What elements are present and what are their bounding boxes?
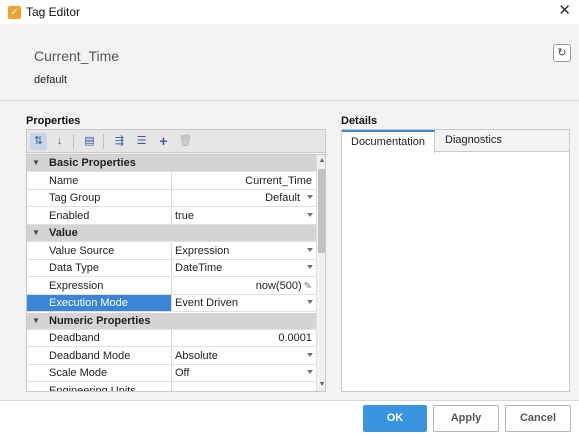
dropdown-arrow-icon[interactable] bbox=[307, 247, 313, 252]
category-label: Numeric Properties bbox=[49, 314, 151, 327]
property-name: Scale Mode bbox=[27, 365, 172, 381]
main-area: Properties Details ⇅ ↓ ▤ ⇶ ☰ + 🗑 ▼ Basic … bbox=[0, 100, 579, 400]
property-name: Enabled bbox=[27, 207, 172, 224]
property-row[interactable]: Deadband 0.0001 bbox=[27, 330, 316, 347]
details-panel: Documentation Diagnostics bbox=[341, 129, 570, 392]
property-value[interactable]: Absolute bbox=[172, 348, 316, 364]
property-value[interactable]: Default bbox=[172, 190, 316, 206]
tag-name: Current_Time bbox=[34, 48, 120, 64]
scroll-up-icon[interactable]: ▲ bbox=[317, 156, 325, 166]
dropdown-arrow-icon[interactable] bbox=[307, 265, 313, 269]
property-value-text: Expression bbox=[175, 244, 230, 257]
property-name: Data Type bbox=[27, 260, 172, 276]
toolbar-separator bbox=[103, 134, 104, 149]
property-row[interactable]: Engineering Units bbox=[27, 382, 316, 392]
title-bar: ✓ Tag Editor ✕ bbox=[0, 0, 579, 24]
property-value[interactable]: DateTime bbox=[172, 260, 316, 276]
delete-icon: 🗑 bbox=[178, 135, 193, 147]
collapse-arrow-icon[interactable]: ▼ bbox=[32, 158, 40, 167]
property-value[interactable]: Current_Time bbox=[172, 173, 316, 189]
cancel-button[interactable]: Cancel bbox=[505, 405, 571, 432]
dropdown-arrow-icon[interactable] bbox=[307, 352, 313, 357]
dropdown-arrow-icon[interactable] bbox=[307, 195, 313, 199]
tag-header: Current_Time default ↻ bbox=[0, 24, 579, 100]
category-label: Value bbox=[49, 227, 78, 239]
scrollbar-thumb[interactable] bbox=[318, 169, 325, 253]
property-name: Expression bbox=[27, 277, 172, 294]
property-row[interactable]: Enabled true bbox=[27, 207, 316, 225]
property-value[interactable]: now(500) ✎ bbox=[172, 278, 316, 294]
details-tabs: Documentation Diagnostics bbox=[342, 130, 569, 153]
property-value-text: Event Driven bbox=[175, 297, 238, 309]
dropdown-arrow-icon[interactable] bbox=[307, 212, 313, 217]
apply-button[interactable]: Apply bbox=[433, 405, 499, 432]
property-name: Deadband Mode bbox=[27, 347, 172, 364]
property-row[interactable]: Expression now(500) ✎ bbox=[27, 277, 316, 295]
property-value[interactable]: Expression bbox=[172, 243, 316, 259]
property-row[interactable]: Tag Group Default bbox=[27, 190, 316, 207]
property-value-text: Current_Time bbox=[245, 174, 312, 187]
tab-documentation[interactable]: Documentation bbox=[342, 130, 435, 153]
property-name: Name bbox=[27, 172, 172, 189]
window-title: Tag Editor bbox=[26, 5, 81, 19]
collapse-arrow-icon[interactable]: ▼ bbox=[32, 316, 40, 325]
property-name: Deadband bbox=[27, 330, 172, 346]
close-icon[interactable]: ✕ bbox=[558, 3, 571, 19]
sort-alphabetical-icon[interactable]: ↓ bbox=[51, 133, 68, 150]
sort-categorized-icon[interactable]: ⇅ bbox=[30, 133, 47, 150]
property-row[interactable]: Scale Mode Off bbox=[27, 365, 316, 382]
property-value-text: Absolute bbox=[175, 349, 218, 362]
dropdown-arrow-icon[interactable] bbox=[307, 370, 313, 374]
category-row[interactable]: ▼ Basic Properties bbox=[27, 155, 316, 172]
property-row[interactable]: Deadband Mode Absolute bbox=[27, 347, 316, 365]
property-value-text: DateTime bbox=[175, 262, 223, 274]
collapse-all-icon[interactable]: ☰ bbox=[133, 133, 150, 150]
property-value-text: now(500) bbox=[255, 279, 302, 292]
category-row[interactable]: ▼ Numeric Properties bbox=[27, 312, 316, 330]
vertical-scrollbar[interactable]: ▲ ▼ bbox=[316, 155, 325, 391]
property-value[interactable]: Event Driven bbox=[172, 295, 316, 311]
details-title: Details bbox=[341, 115, 378, 127]
property-name: Engineering Units bbox=[27, 382, 172, 391]
property-row[interactable]: Execution Mode Event Driven bbox=[27, 295, 316, 312]
property-row[interactable]: Data Type DateTime bbox=[27, 260, 316, 277]
toolbar-separator bbox=[73, 134, 74, 149]
property-name: Execution Mode bbox=[27, 295, 172, 311]
scroll-down-icon[interactable]: ▼ bbox=[317, 380, 325, 390]
property-value[interactable]: 0.0001 bbox=[172, 330, 316, 346]
refresh-button[interactable]: ↻ bbox=[553, 44, 571, 62]
dialog-footer: OK Apply Cancel bbox=[0, 400, 579, 437]
tab-diagnostics[interactable]: Diagnostics bbox=[436, 130, 511, 152]
checkmark-icon: ✓ bbox=[8, 6, 21, 19]
collapse-arrow-icon[interactable]: ▼ bbox=[32, 228, 40, 237]
property-value-text: Default bbox=[265, 192, 300, 204]
property-value[interactable]: Off bbox=[172, 365, 316, 381]
property-value[interactable] bbox=[172, 383, 316, 392]
dropdown-arrow-icon[interactable] bbox=[307, 300, 313, 304]
add-icon[interactable]: + bbox=[155, 133, 172, 150]
table-view-icon[interactable]: ▤ bbox=[81, 133, 98, 150]
property-value-text: true bbox=[175, 209, 194, 222]
property-name: Value Source bbox=[27, 242, 172, 259]
tag-provider: default bbox=[34, 74, 68, 86]
property-value-text: Off bbox=[175, 367, 190, 379]
category-label: Basic Properties bbox=[49, 157, 136, 169]
properties-title: Properties bbox=[26, 115, 81, 127]
property-grid: ▼ Basic Properties Name Current_Time Tag Gro… bbox=[26, 154, 326, 392]
category-row[interactable]: ▼ Value bbox=[27, 225, 316, 242]
expand-all-icon[interactable]: ⇶ bbox=[111, 133, 128, 150]
refresh-icon: ↻ bbox=[557, 47, 567, 59]
properties-toolbar: ⇅ ↓ ▤ ⇶ ☰ + 🗑 bbox=[26, 129, 326, 153]
edit-pencil-icon[interactable]: ✎ bbox=[304, 281, 312, 292]
property-name: Tag Group bbox=[27, 190, 172, 206]
property-row[interactable]: Name Current_Time bbox=[27, 172, 316, 190]
property-value-text: 0.0001 bbox=[278, 332, 312, 344]
property-value[interactable]: true bbox=[172, 208, 316, 224]
property-row[interactable]: Value Source Expression bbox=[27, 242, 316, 260]
ok-button[interactable]: OK bbox=[363, 405, 427, 432]
